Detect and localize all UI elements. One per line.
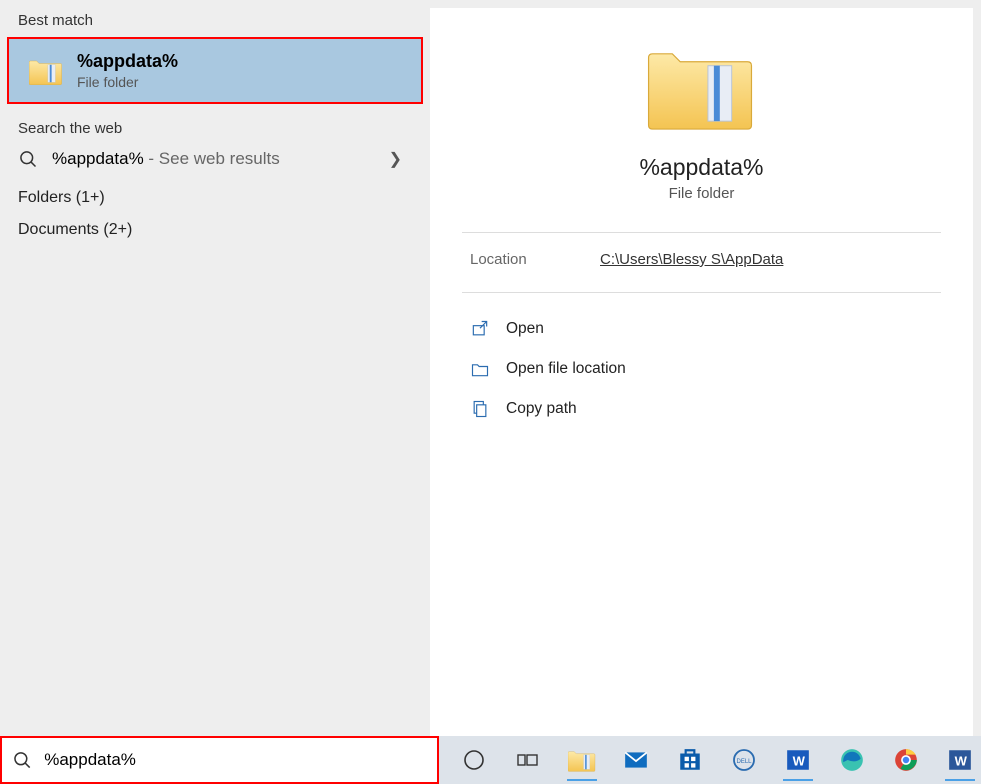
search-web-header: Search the web <box>0 110 430 143</box>
preview-title: %appdata% <box>430 154 973 181</box>
search-box[interactable] <box>0 736 439 784</box>
taskbar: DELL W W <box>439 736 981 784</box>
file-explorer-icon[interactable] <box>568 746 597 775</box>
result-title: %appdata% <box>77 51 178 72</box>
folders-section[interactable]: Folders (1+) <box>0 179 430 213</box>
copy-path-label: Copy path <box>506 400 577 418</box>
folder-open-icon <box>470 359 490 379</box>
preview-subtitle: File folder <box>430 185 973 202</box>
best-match-header: Best match <box>0 4 430 35</box>
open-label: Open <box>506 320 544 338</box>
copy-icon <box>470 399 490 419</box>
chevron-right-icon: ❯ <box>389 149 402 169</box>
svg-text:W: W <box>793 753 806 768</box>
open-action[interactable]: Open <box>470 309 941 349</box>
best-match-result[interactable]: %appdata% File folder <box>7 37 423 104</box>
chrome-icon[interactable] <box>892 746 921 775</box>
open-location-label: Open file location <box>506 360 626 378</box>
preview-pane: %appdata% File folder Location C:\Users\… <box>430 8 973 736</box>
search-input[interactable] <box>42 749 437 771</box>
edge-icon[interactable] <box>838 746 867 775</box>
word-icon[interactable]: W <box>784 746 813 775</box>
documents-section[interactable]: Documents (2+) <box>0 213 430 245</box>
location-label: Location <box>470 251 600 268</box>
copy-path-action[interactable]: Copy path <box>470 389 941 429</box>
folder-icon <box>29 56 63 86</box>
web-result-row[interactable]: %appdata% - See web results ❯ <box>0 143 430 179</box>
search-icon <box>12 749 32 771</box>
dell-icon[interactable]: DELL <box>730 746 759 775</box>
cortana-icon[interactable] <box>460 746 489 775</box>
open-icon <box>470 319 490 339</box>
folder-icon <box>647 38 757 133</box>
web-result-text: %appdata% - See web results <box>52 149 389 169</box>
task-view-icon[interactable] <box>514 746 543 775</box>
microsoft-store-icon[interactable] <box>676 746 705 775</box>
open-file-location-action[interactable]: Open file location <box>470 349 941 389</box>
mail-icon[interactable] <box>622 746 651 775</box>
svg-text:W: W <box>955 753 968 768</box>
word-icon[interactable]: W <box>946 746 975 775</box>
location-link[interactable]: C:\Users\Blessy S\AppData <box>600 251 783 268</box>
result-subtitle: File folder <box>77 74 178 90</box>
search-icon <box>18 149 38 169</box>
svg-text:DELL: DELL <box>736 759 752 765</box>
